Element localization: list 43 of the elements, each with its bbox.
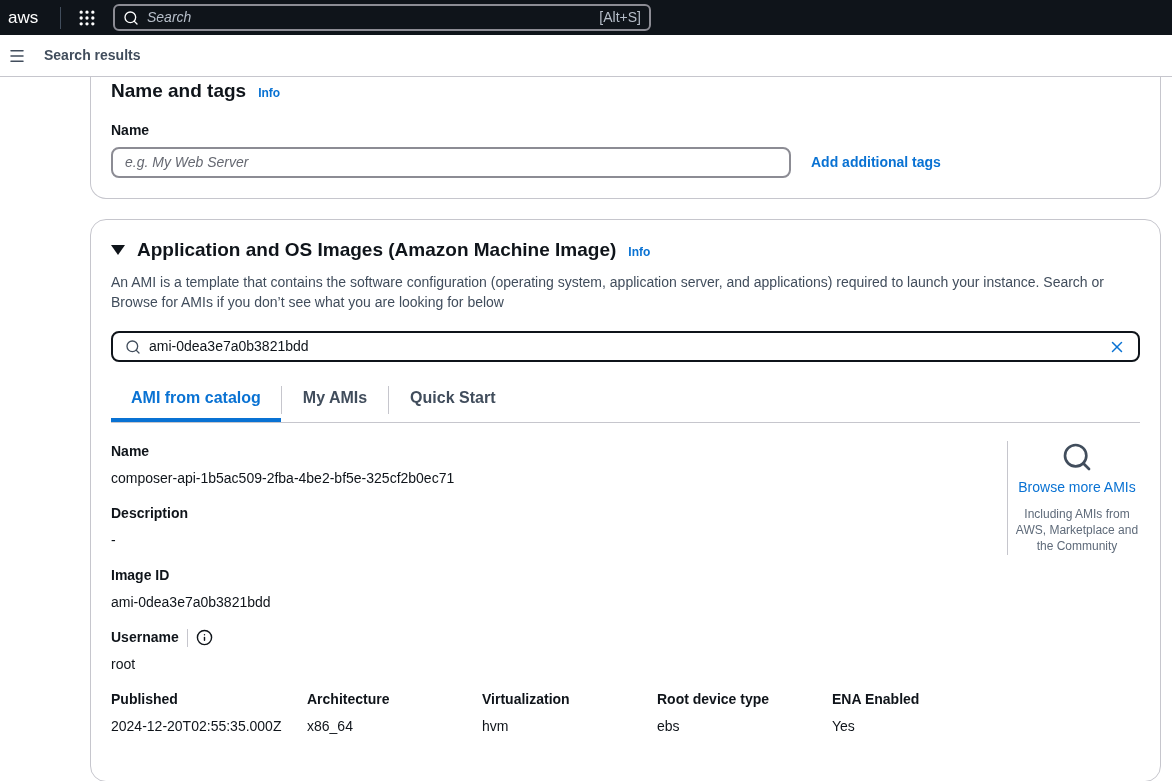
detail-label: Image ID	[111, 566, 170, 585]
section-title: Application and OS Images (Amazon Machine Image)	[137, 237, 617, 262]
detail-label: Description	[111, 504, 188, 523]
name-input-field[interactable]: e.g. My Web Server	[111, 146, 791, 178]
logo[interactable]: aws	[8, 9, 48, 26]
tab[interactable]: AMI from catalog	[111, 378, 281, 422]
search-input[interactable]: Search	[147, 7, 592, 28]
attribute-value: x86_64	[307, 717, 354, 736]
attribute-label: Architecture	[307, 690, 391, 709]
attribute-value: Yes	[832, 717, 856, 736]
info-icon[interactable]	[195, 629, 213, 646]
add-tags-link[interactable]: Add additional tags	[811, 151, 941, 173]
ami-search-input[interactable]: ami-0dea3e7a0b3821bdd	[149, 336, 1100, 357]
attribute-value: hvm	[482, 717, 510, 736]
section-description: An AMI is a template that contains the software configuration (operating system, application server, and applications) required to launch your instance. Search or Browse for AMIs if you don’t see what you are looking for below	[111, 273, 1105, 312]
section-title: Name and tags	[111, 79, 247, 103]
attribute-label: Published	[111, 690, 179, 709]
search-icon	[125, 338, 141, 355]
detail-value: composer-api-1b5ac509-2fba-4be2-bf5e-325cf2b0ec71	[111, 469, 456, 488]
detail-value: root	[111, 655, 137, 674]
browse-note: Including AMIs from AWS, Marketplace and the Community	[1015, 506, 1139, 554]
page-title: Search results	[44, 46, 141, 65]
attribute-value: ebs	[657, 717, 681, 736]
attribute-label: ENA Enabled	[832, 690, 921, 709]
tab[interactable]: My AMIs	[281, 378, 389, 422]
info-link[interactable]: Info	[628, 242, 651, 261]
tab[interactable]: Quick Start	[389, 378, 517, 422]
attribute-value: 2024-12-20T02:55:35.000Z	[111, 717, 283, 736]
detail-value: ami-0dea3e7a0b3821bdd	[111, 593, 272, 612]
attribute-label: Root device type	[657, 690, 771, 709]
search-icon	[123, 9, 139, 26]
info-link[interactable]: Info	[258, 84, 281, 102]
keyboard-shortcut: [Alt+S]	[599, 8, 641, 27]
detail-label: Username	[111, 628, 179, 647]
search-field[interactable]: Search [Alt+S]	[113, 4, 651, 31]
search-icon	[1061, 441, 1093, 473]
expanded-caret-icon[interactable]	[111, 244, 125, 255]
detail-label: Name	[111, 442, 150, 461]
browse-more-amis-link[interactable]: Browse more AMIs	[1018, 477, 1136, 498]
attribute-label: Virtualization	[482, 690, 571, 709]
detail-value: -	[111, 531, 117, 550]
ami-search-field[interactable]: ami-0dea3e7a0b3821bdd	[111, 331, 1140, 362]
field-label: Name	[111, 120, 151, 140]
